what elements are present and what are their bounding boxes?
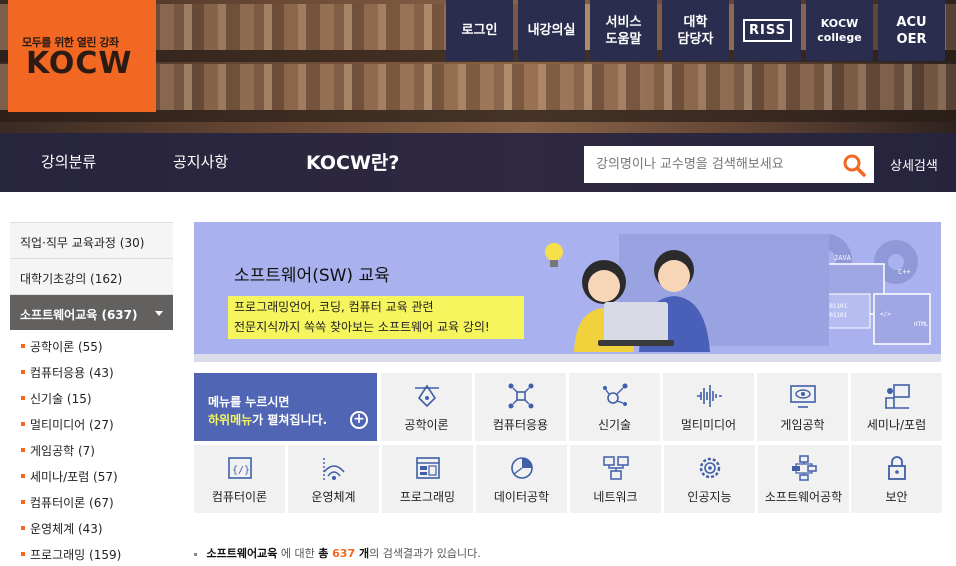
category-software-engineering[interactable]: 소프트웨어공학 [758,445,849,513]
result-text: 에 대한 [277,547,319,560]
category-programming[interactable]: 프로그래밍 [382,445,473,513]
menu-hint-text: 가 펼쳐집니다. [252,413,328,427]
category-label: 공학이론 [404,418,449,432]
sidebar-subitem[interactable]: 신기술 (15) [10,384,173,410]
category-label: 멀티미디어 [680,418,737,432]
category-label: 네트워크 [593,490,638,504]
flowchart-icon [792,455,817,481]
category-label: 보안 [885,490,908,504]
search-bar [584,146,874,183]
network-monitors-icon [603,456,629,480]
category-security[interactable]: 보안 [851,445,942,513]
category-computer-theory[interactable]: {/} 컴퓨터이론 [194,445,285,513]
lock-icon [888,456,906,480]
category-artificial-intelligence[interactable]: 인공지능 [664,445,755,513]
sidebar-category-job-training[interactable]: 직업·직무 교육과정 (30) [10,222,173,258]
result-text: 의 검색결과가 있습니다. [369,547,481,560]
category-label: 컴퓨터이론 [211,490,268,504]
search-input[interactable] [584,146,834,183]
banner-title: 소프트웨어(SW) 교육 [234,266,390,286]
category-label: 데이터공학 [493,490,550,504]
audio-wave-icon [697,385,722,407]
category-data-engineering[interactable]: 데이터공학 [476,445,567,513]
acu-oer-button[interactable]: ACU OER [878,0,945,61]
sidebar-subitem[interactable]: 운영체계 (43) [10,514,173,540]
category-label: 운영체계 [311,490,356,504]
logo-wordmark: KOCW [26,46,133,81]
category-operating-system[interactable]: 운영체계 [288,445,379,513]
sidebar-subitem[interactable]: 프로그래밍 (159) [10,540,173,566]
svg-text:{/}: {/} [232,465,250,476]
menu-hint-line: 하위메뉴가 펼쳐집니다. [208,411,327,428]
banner-illustration: JAVA </> C++ 0101101 1101101 HTML [545,234,931,352]
sidebar-subitem[interactable]: 컴퓨터이론 (67) [10,488,173,514]
nav-course-categories[interactable]: 강의분류 [41,151,96,172]
university-manager-button[interactable]: 대학 담당자 [662,0,729,61]
search-result-summary: 소프트웨어교육 에 대한 총 637 개의 검색결과가 있습니다. [194,545,481,561]
riss-logo: RISS [743,19,792,42]
category-label: 신기술 [597,418,632,432]
category-computer-application[interactable]: 컴퓨터응용 [475,373,566,441]
wifi-signal-icon [323,458,345,480]
banner-subtitle-line: 프로그래밍언어, 코딩, 컴퓨터 교육 관련 [234,300,434,314]
subcategory-grid: 메뉴를 누르시면 하위메뉴가 펼쳐집니다. + 공학이론 컴퓨터응용 신기술 멀… [194,373,942,516]
network-nodes-icon [508,383,534,409]
pie-chart-icon [511,457,533,479]
banner-bottom-stripe [194,354,941,362]
result-count: 637 [332,547,356,560]
result-unit: 개 [355,547,370,560]
category-label: 프로그래밍 [399,490,456,504]
sidebar-category-software[interactable]: 소프트웨어교육 (637) [10,294,173,330]
monitor-eye-icon [790,385,816,408]
category-label: 인공지능 [687,490,732,504]
kocw-logo[interactable]: 모두를 위한 열린 강좌 KOCW [8,0,156,112]
category-new-tech[interactable]: 신기술 [569,373,660,441]
ai-gear-icon [699,457,721,479]
nav-about-kocw[interactable]: KOCW란? [306,148,399,175]
presenter-icon [885,384,910,409]
category-game-engineering[interactable]: 게임공학 [757,373,848,441]
login-button[interactable]: 로그인 [446,0,513,61]
vector-pen-icon [415,384,439,408]
result-total-label: 총 [318,547,333,560]
sidebar-subitem[interactable]: 컴퓨터응용 (43) [10,358,173,384]
svg-text:JAVA: JAVA [834,254,852,262]
category-label: 소프트웨어공학 [764,490,843,504]
search-icon[interactable] [842,153,866,177]
sidebar-subitem[interactable]: 멀티미디어 (27) [10,410,173,436]
my-lectures-button[interactable]: 내강의실 [518,0,585,61]
sidebar-category-college-basics[interactable]: 대학기초강의 (162) [10,258,173,294]
riss-button[interactable]: RISS [734,0,801,61]
plus-circle-icon[interactable]: + [350,411,368,429]
kocw-college-button[interactable]: KOCW college [806,0,873,61]
advanced-search-link[interactable]: 상세검색 [890,155,938,174]
menu-hint-card[interactable]: 메뉴를 누르시면 하위메뉴가 펼쳐집니다. + [194,373,377,441]
menu-hint-line: 메뉴를 누르시면 [208,395,290,409]
nav-notices[interactable]: 공지사항 [173,151,228,172]
svg-text:HTML: HTML [914,321,929,328]
sidebar-subitem[interactable]: 게임공학 (7) [10,436,173,462]
banner-subtitle: 프로그래밍언어, 코딩, 컴퓨터 교육 관련 전문지식까지 쏙쏙 찾아보는 소프… [228,296,524,339]
category-label: 세미나/포럼 [866,418,927,432]
molecule-icon [603,383,628,406]
category-multimedia[interactable]: 멀티미디어 [663,373,754,441]
category-banner: 소프트웨어(SW) 교육 프로그래밍언어, 코딩, 컴퓨터 교육 관련 전문지식… [194,222,941,362]
category-label: 게임공학 [780,418,825,432]
service-help-button[interactable]: 서비스 도움말 [590,0,657,61]
category-seminar-forum[interactable]: 세미나/포럼 [851,373,942,441]
svg-text:</>: </> [880,311,891,318]
menu-hint-highlight: 하위메뉴 [208,413,253,427]
sidebar-subitem[interactable]: 공학이론 (55) [10,332,173,358]
category-engineering-theory[interactable]: 공학이론 [381,373,472,441]
sidebar: 직업·직무 교육과정 (30) 대학기초강의 (162) 소프트웨어교육 (63… [10,222,173,566]
result-category: 소프트웨어교육 [206,547,278,560]
banner-subtitle-line: 전문지식까지 쏙쏙 찾아보는 소프트웨어 교육 강의! [234,320,490,334]
code-window-icon: {/} [228,457,252,479]
svg-text:C++: C++ [898,268,911,276]
window-layout-icon [416,457,440,479]
category-label: 컴퓨터응용 [492,418,549,432]
category-network[interactable]: 네트워크 [570,445,661,513]
sidebar-subitem[interactable]: 세미나/포럼 (57) [10,462,173,488]
